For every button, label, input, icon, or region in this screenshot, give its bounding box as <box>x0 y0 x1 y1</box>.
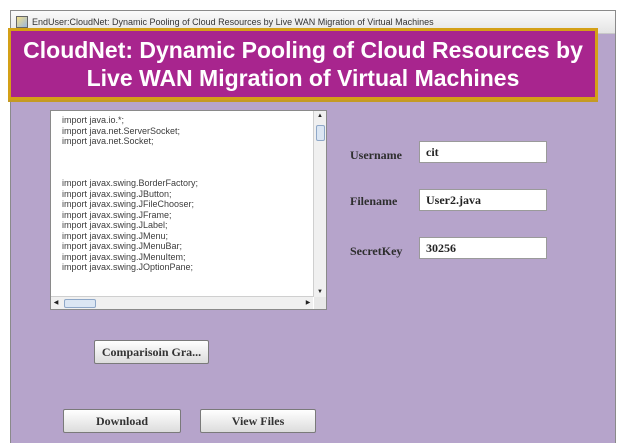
banner-title-line-2: Live WAN Migration of Virtual Machines <box>86 65 520 91</box>
vertical-scroll-thumb[interactable] <box>316 125 325 141</box>
code-line: import javax.swing.JLabel; <box>62 220 168 230</box>
code-line: import java.net.Socket; <box>62 136 154 146</box>
username-label: Username <box>350 148 402 162</box>
code-line: import javax.swing.JMenuItem; <box>62 251 186 262</box>
code-line: import javax.swing.JOptionPane; <box>62 262 194 272</box>
header-banner: CloudNet: Dynamic Pooling of Cloud Resou… <box>8 28 598 100</box>
scroll-corner <box>314 297 326 309</box>
view-files-button[interactable]: View Files <box>200 409 316 433</box>
java-app-icon <box>16 16 28 28</box>
code-line: import javax.swing.JFileChooser; <box>62 199 195 209</box>
comparison-graph-button[interactable]: Comparisoin Gra... <box>94 340 209 364</box>
window-title: EndUser:CloudNet: Dynamic Pooling of Clo… <box>32 17 434 27</box>
code-line: import javax.swing.JButton; <box>62 188 172 199</box>
horizontal-scrollbar[interactable]: ◀ ▶ <box>51 296 313 309</box>
scroll-left-icon[interactable]: ◀ <box>51 297 61 309</box>
scroll-up-icon[interactable]: ▲ <box>314 111 326 121</box>
filename-label: Filename <box>350 194 398 208</box>
code-line: import javax.swing.JFrame; <box>62 209 172 220</box>
scroll-down-icon[interactable]: ▼ <box>314 287 326 297</box>
vertical-scrollbar[interactable]: ▲ ▼ <box>313 111 326 297</box>
code-line: import javax.swing.JMenuBar; <box>62 241 183 251</box>
code-line: import java.net.ServerSocket; <box>62 125 181 136</box>
download-button[interactable]: Download <box>63 409 181 433</box>
code-content[interactable]: import java.io.*; import java.net.ServerS… <box>51 111 313 297</box>
code-text-area[interactable]: import java.io.*; import java.net.ServerS… <box>50 110 327 310</box>
code-line: import java.io.*; <box>62 115 125 125</box>
secret-key-field[interactable]: 30256 <box>419 237 547 259</box>
horizontal-scroll-thumb[interactable] <box>64 299 96 308</box>
scroll-right-icon[interactable]: ▶ <box>303 297 313 309</box>
code-line: import javax.swing.JMenu; <box>62 230 169 241</box>
banner-title-line-1: CloudNet: Dynamic Pooling of Cloud Resou… <box>23 37 583 63</box>
filename-field[interactable]: User2.java <box>419 189 547 211</box>
secret-key-label: SecretKey <box>350 244 403 258</box>
code-line: import javax.swing.BorderFactory; <box>62 178 199 188</box>
username-field[interactable]: cit <box>419 141 547 163</box>
